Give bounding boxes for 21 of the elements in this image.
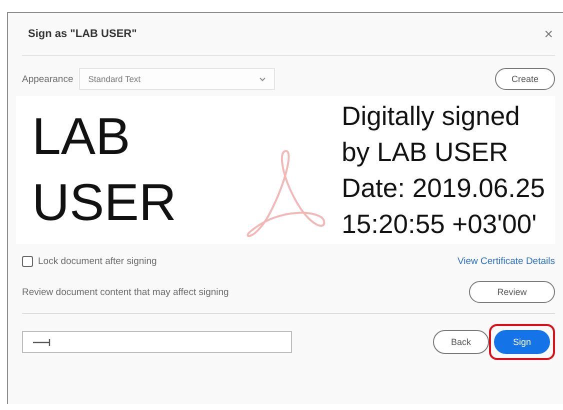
signature-name: LAB [32,107,132,168]
appearance-dropdown[interactable]: Standard Text [79,68,276,90]
lock-checkbox[interactable] [22,256,33,267]
signature-details: by LAB USER [342,136,510,169]
signature-name: USER [32,173,176,234]
signature-details: 15:20:55 +03'00' [342,208,538,241]
review-text: Review document content that may affect signing [22,286,229,298]
signature-details: Digitally signed [342,100,521,133]
dialog-title: Sign as "LAB USER" [28,28,137,40]
create-button[interactable]: Create [495,68,555,90]
signature-icon [33,338,51,346]
appearance-label: Appearance [22,74,74,84]
lock-label: Lock document after signing [38,256,157,267]
certificate-link[interactable]: View Certificate Details [457,256,555,267]
back-button[interactable]: Back [433,330,489,354]
sign-button[interactable]: Sign [494,330,550,354]
close-button[interactable]: × [542,26,555,42]
input-field[interactable] [22,331,292,353]
signature-details: Date: 2019.06.25 [342,172,545,205]
review-button[interactable]: Review [469,281,555,303]
chevron-icon [259,76,266,82]
